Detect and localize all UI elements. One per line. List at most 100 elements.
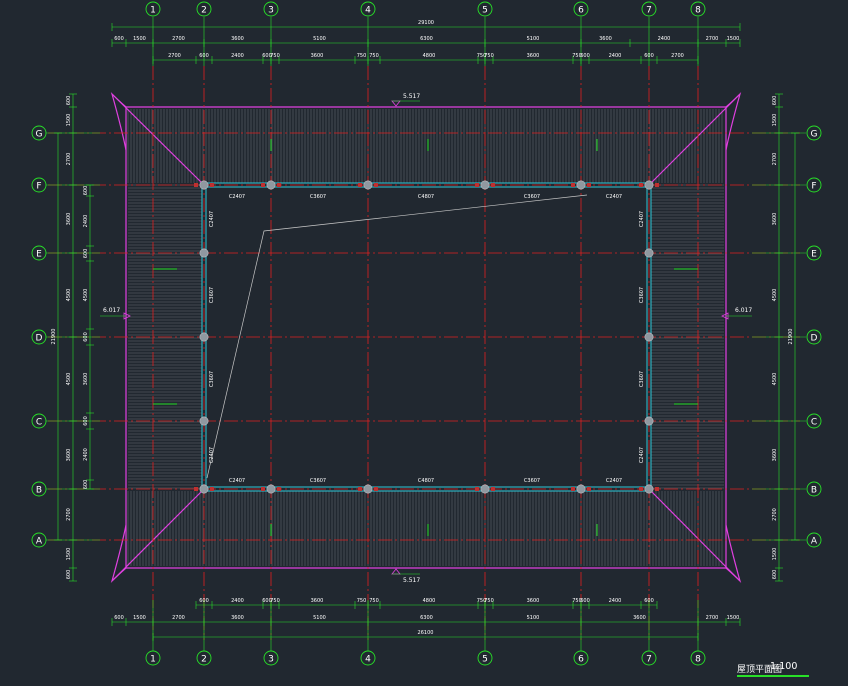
beam-joint — [374, 487, 378, 491]
dim-top-row1-label: 2700 — [172, 36, 185, 42]
column — [266, 484, 276, 494]
beam-label: C2407 — [606, 478, 622, 484]
grid-bubble-label: 8 — [695, 655, 701, 665]
beam-label: C3607 — [310, 478, 326, 484]
dim-overall-bottom-label: 26100 — [418, 630, 434, 636]
dim-bottom-row1-label: 750 — [369, 598, 379, 604]
level-mark: 5.517 — [403, 93, 420, 100]
dim-right-outer-label: 600 — [772, 570, 778, 580]
column — [644, 484, 654, 494]
dim-right-outer-label: 3600 — [772, 213, 778, 226]
grid-bubble-label: 8 — [695, 6, 701, 16]
grid-bubble-label: 3 — [268, 655, 274, 665]
column — [363, 180, 373, 190]
dim-bottom-row1-label: 600 — [580, 598, 590, 604]
column — [644, 180, 654, 190]
column — [363, 484, 373, 494]
dim-left-outer-label: 1500 — [66, 548, 72, 561]
grid-bubble-label: 1 — [150, 6, 156, 16]
dim-left-outer-label: 600 — [66, 570, 72, 580]
roof-corner-curve — [110, 91, 127, 151]
dim-bottom-row1-label: 3600 — [311, 598, 324, 604]
dim-bottom-row1-label: 2400 — [231, 598, 244, 604]
dim-bottom-row2-label: 6300 — [420, 615, 433, 621]
grid-bubble-label: E — [811, 250, 817, 260]
dim-left-inner-label: 4500 — [83, 289, 89, 302]
dim-top-row2-label: 750 — [270, 53, 280, 59]
grid-bubble-label: 2 — [201, 6, 207, 16]
dim-left-outer-label: 4500 — [66, 373, 72, 386]
annotations — [100, 100, 752, 575]
beam-label: C3607 — [310, 194, 326, 200]
beam-joint — [639, 487, 643, 491]
beam-joint — [475, 487, 479, 491]
grid-bubble-label: C — [811, 418, 817, 428]
beam-joint — [210, 487, 214, 491]
dim-top-row2-label: 2700 — [168, 53, 181, 59]
grid-bubble-label: 2 — [201, 655, 207, 665]
dim-right-outer-label: 1500 — [772, 114, 778, 127]
beam-joint — [587, 487, 591, 491]
roof-corner-curve — [725, 91, 742, 151]
beam-joint — [571, 183, 575, 187]
grid-bubble-label: G — [36, 130, 43, 140]
grid-bubble-label: 6 — [578, 6, 584, 16]
dim-top-row2-label: 750 — [369, 53, 379, 59]
beam-label: C3607 — [524, 194, 540, 200]
beam-joint — [571, 487, 575, 491]
beam-joint — [277, 487, 281, 491]
grid-bubble-label: 7 — [646, 655, 652, 665]
beam-joint — [261, 183, 265, 187]
beam-label: C2407 — [229, 478, 245, 484]
beam-joint — [277, 183, 281, 187]
level-mark: 6.017 — [103, 307, 120, 314]
dim-left-inner-label: 2400 — [83, 215, 89, 228]
grid-bubble-label: 4 — [365, 6, 371, 16]
dim-right-outer-label: 2700 — [772, 508, 778, 521]
dim-bottom-row1-label: 600 — [644, 598, 654, 604]
dim-bottom-row1-label: 3600 — [527, 598, 540, 604]
grid-bubble-label: B — [811, 486, 817, 496]
beam-label: C2407 — [229, 194, 245, 200]
dim-bottom-row2-label: 600 — [114, 615, 124, 621]
roof-corner-curve — [110, 524, 127, 584]
dim-bottom-row1-label: 2400 — [609, 598, 622, 604]
dim-top-row2-label: 3600 — [311, 53, 324, 59]
roof-tile-hatching — [127, 109, 724, 566]
beam-label: C2407 — [209, 211, 215, 227]
dim-right-outer-label: 3600 — [772, 449, 778, 462]
grid-bubble-label: 6 — [578, 655, 584, 665]
beam-joint — [639, 183, 643, 187]
dim-left-inner-label: 3600 — [83, 373, 89, 386]
beam-label: C3607 — [209, 287, 215, 303]
beam-label: C3607 — [639, 371, 645, 387]
dimension-labels: C2407 C3607 C4807 C3607 C2407 C2407 C3607 C4807… — [51, 20, 794, 636]
roof-corner-curve — [725, 524, 742, 584]
dim-right-outer-label: 600 — [772, 96, 778, 106]
dim-top-row1-label: 6300 — [420, 36, 433, 42]
grid-bubble-label: 4 — [365, 655, 371, 665]
dim-left-outer-label: 3600 — [66, 449, 72, 462]
dim-top-row1-label: 3600 — [231, 36, 244, 42]
grid-bubble-label: F — [36, 182, 41, 192]
dim-top-row2-label: 600 — [580, 53, 590, 59]
dim-left-overall-label: 21900 — [51, 329, 57, 345]
dim-top-row1-label: 1500 — [727, 36, 740, 42]
column — [199, 180, 209, 190]
dim-bottom-row1-label: 750 — [484, 598, 494, 604]
dim-top-row1-label: 600 — [114, 36, 124, 42]
grid-bubble-label: 7 — [646, 6, 652, 16]
dim-bottom-row2-label: 5100 — [527, 615, 540, 621]
dim-bottom-row2-label: 2700 — [706, 615, 719, 621]
grid-bubble-label: F — [811, 182, 816, 192]
column — [644, 416, 654, 426]
column — [576, 484, 586, 494]
beam-joint — [194, 183, 198, 187]
beam-joint — [194, 487, 198, 491]
dim-top-row2-label: 2400 — [231, 53, 244, 59]
drawing-caption: 屋顶平面图 1:100 — [737, 660, 841, 680]
dim-bottom-row2-label: 1500 — [727, 615, 740, 621]
beam-joint — [374, 183, 378, 187]
level-mark: 5.517 — [403, 577, 420, 584]
caption-underline — [737, 675, 809, 677]
